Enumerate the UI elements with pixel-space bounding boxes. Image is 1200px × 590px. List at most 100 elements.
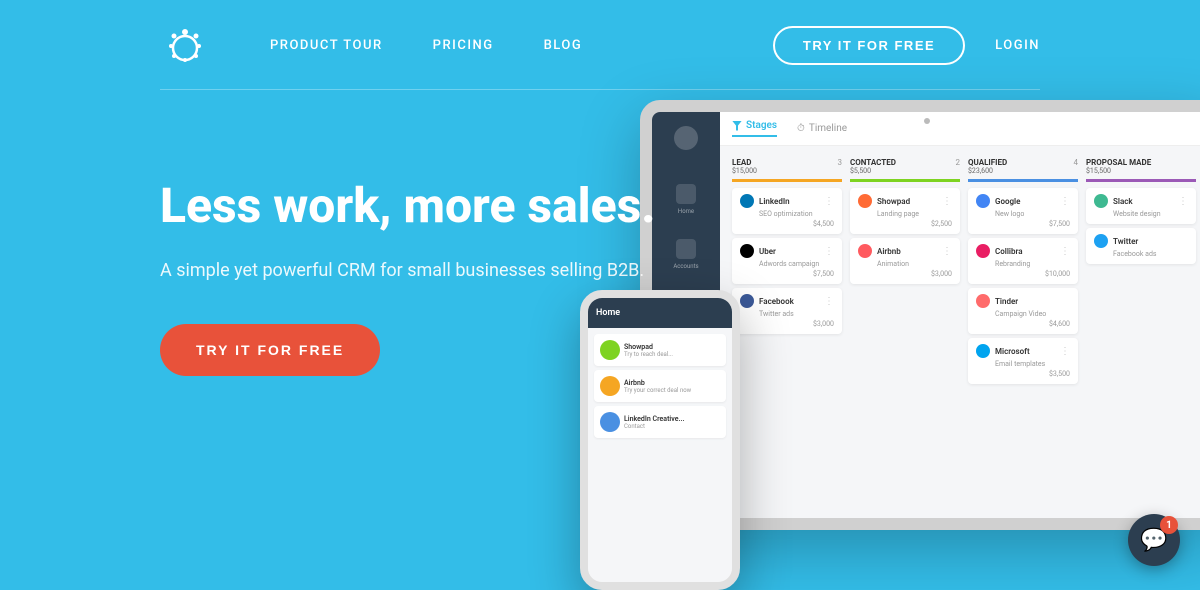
phone-avatar [600,376,620,396]
crm-card-desc: Website design [1113,210,1188,218]
crm-card: Facebook ⋮ Twitter ads $3,000 [732,288,842,334]
crm-card-amount: $4,600 [976,320,1070,328]
phone-card: LinkedIn Creative... Contact [594,406,726,438]
crm-card-amount: $7,500 [740,270,834,278]
crm-card-menu[interactable]: ⋮ [824,246,834,257]
crm-card-name: Showpad [877,197,937,206]
crm-card: Microsoft ⋮ Email templates $3,500 [968,338,1078,384]
crm-col-qualified: Qualified $23,600 4 Google ⋮ [964,154,1082,499]
crm-card-desc: Rebranding [995,260,1070,268]
crm-card-menu[interactable]: ⋮ [942,196,952,207]
nav-blog[interactable]: BLOG [544,38,583,53]
crm-card-desc: Landing page [877,210,952,218]
crm-card-name: Twitter [1113,237,1188,246]
crm-card-amount: $10,000 [976,270,1070,278]
crm-card-name: Collibra [995,247,1055,256]
crm-card-desc: Facebook ads [1113,250,1188,258]
crm-card: Twitter Facebook ads [1086,228,1196,264]
phone-card-sub: Try to reach deal... [624,351,673,358]
devices-container: Home Accounts Contacts Opport... [540,70,1200,590]
crm-card-name: Tinder [995,297,1070,306]
crm-card-desc: Campaign Video [995,310,1070,318]
nav-product-tour[interactable]: PRODUCT TOUR [270,38,383,53]
hero-cta-button[interactable]: TRY IT FOR FREE [160,324,380,376]
crm-card-menu[interactable]: ⋮ [1178,196,1188,207]
crm-home-icon: Home [676,184,696,215]
crm-card-name: Uber [759,247,819,256]
crm-card-menu[interactable]: ⋮ [1060,346,1070,357]
hero-title: Less work, more sales. [160,180,656,233]
phone-card-name: Airbnb [624,379,691,387]
crm-card-amount: $3,500 [976,370,1070,378]
crm-card-menu[interactable]: ⋮ [824,296,834,307]
crm-accounts-icon: Accounts [673,239,698,270]
phone-header: Home [588,298,732,328]
chat-bubble[interactable]: 💬 1 [1128,514,1180,566]
crm-card: Google ⋮ New logo $7,500 [968,188,1078,234]
phone-card-name: Showpad [624,343,673,351]
phone-card-sub: Contact [624,423,684,430]
nav-links: PRODUCT TOUR PRICING BLOG [270,38,773,53]
crm-col-proposal-header: Proposal made $15,500 [1086,154,1196,182]
phone-content: Showpad Try to reach deal... Airbnb Try [588,328,732,448]
crm-card-menu[interactable]: ⋮ [1060,196,1070,207]
crm-col-qualified-title: Qualified [968,158,1007,167]
phone-card: Airbnb Try your correct deal now [594,370,726,402]
crm-card-amount: $2,500 [858,220,952,228]
crm-card-name: Facebook [759,297,819,306]
phone-card-sub: Try your correct deal now [624,387,691,394]
hero-subtitle: A simple yet powerful CRM for small busi… [160,257,656,284]
crm-card-amount: $4,500 [740,220,834,228]
crm-card-desc: Twitter ads [759,310,834,318]
crm-columns: Lead $15,000 3 LinkedIn ⋮ [720,146,1200,507]
crm-main: Stages ⏱ Timeline [720,112,1200,518]
crm-card: LinkedIn ⋮ SEO optimization $4,500 [732,188,842,234]
crm-card-desc: Email templates [995,360,1070,368]
phone-avatar [600,412,620,432]
crm-col-lead-amount: $15,000 [732,167,757,175]
crm-tab-timeline[interactable]: ⏱ Timeline [797,123,847,134]
crm-card-desc: New logo [995,210,1070,218]
phone-avatar [600,340,620,360]
phone-header-title: Home [596,308,620,318]
nav-right: TRY IT FOR FREE LOGIN [773,26,1040,65]
crm-card-name: Slack [1113,197,1173,206]
crm-card-name: LinkedIn [759,197,819,206]
crm-card-desc: SEO optimization [759,210,834,218]
crm-col-qualified-amount: $23,600 [968,167,1007,175]
crm-tab-stages[interactable]: Stages [732,120,777,137]
crm-col-lead-title: Lead [732,158,757,167]
crm-card-amount: $3,000 [740,320,834,328]
phone-screen: Home Showpad Try to reach deal... [588,298,732,582]
crm-card-name: Microsoft [995,347,1055,356]
phone-mockup: Home Showpad Try to reach deal... [580,290,740,590]
crm-card-menu[interactable]: ⋮ [942,246,952,257]
crm-card-amount: $7,500 [976,220,1070,228]
crm-card: Slack ⋮ Website design [1086,188,1196,224]
chat-badge: 1 [1160,516,1178,534]
crm-col-contacted-count: 2 [956,158,961,167]
crm-col-proposal-title: Proposal made [1086,158,1151,167]
nav-pricing[interactable]: PRICING [433,38,494,53]
phone-card-name: LinkedIn Creative... [624,415,684,423]
crm-col-proposal: Proposal made $15,500 Slack ⋮ [1082,154,1200,499]
crm-card-menu[interactable]: ⋮ [824,196,834,207]
crm-card: Showpad ⋮ Landing page $2,500 [850,188,960,234]
crm-card-menu[interactable]: ⋮ [1060,246,1070,257]
crm-col-contacted-amount: $5,500 [850,167,896,175]
crm-card: Tinder Campaign Video $4,600 [968,288,1078,334]
crm-col-qualified-header: Qualified $23,600 4 [968,154,1078,182]
nav-login-link[interactable]: LOGIN [995,38,1040,53]
crm-card-desc: Adwords campaign [759,260,834,268]
crm-col-lead-header: Lead $15,000 3 [732,154,842,182]
crm-col-contacted: Contacted $5,500 2 Showpad ⋮ [846,154,964,499]
crm-col-contacted-header: Contacted $5,500 2 [850,154,960,182]
crm-header: Stages ⏱ Timeline [720,112,1200,146]
nav-try-free-button[interactable]: TRY IT FOR FREE [773,26,965,65]
phone-card: Showpad Try to reach deal... [594,334,726,366]
crm-card: Airbnb ⋮ Animation $3,000 [850,238,960,284]
crm-col-contacted-title: Contacted [850,158,896,167]
hero-section: Less work, more sales. A simple yet powe… [0,90,1200,376]
crm-col-qualified-count: 4 [1074,158,1079,167]
crm-card-name: Google [995,197,1055,206]
